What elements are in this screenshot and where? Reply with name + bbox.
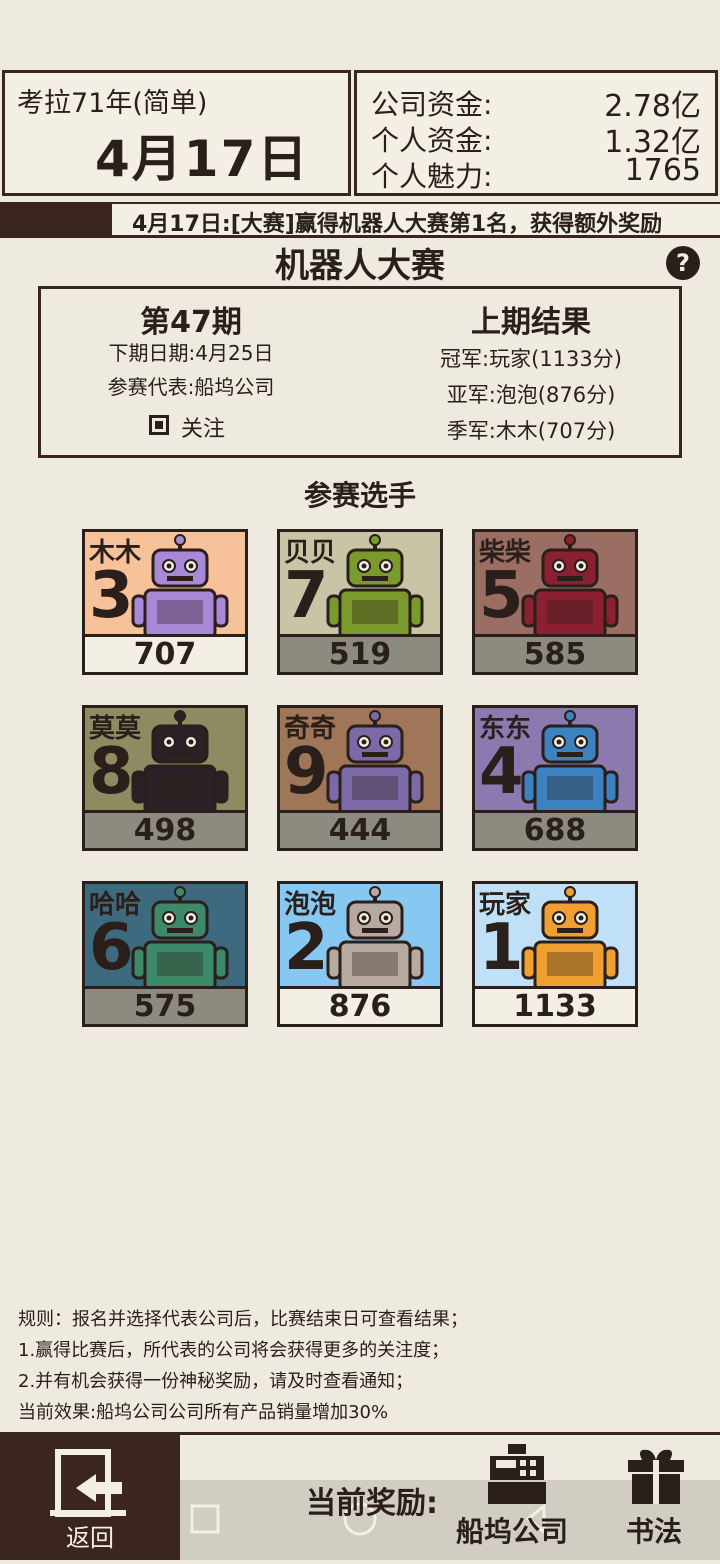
contestant-score: 688 [472,810,638,851]
contestant-portrait: 东东 4 [472,705,638,813]
robot-icon [521,534,619,634]
contestant-rank: 6 [89,911,134,985]
contestant-portrait: 贝贝 7 [277,529,443,637]
rules-text: 规则：报名并选择代表公司后，比赛结束日可查看结果； 1.赢得比赛后，所代表的公司… [18,1304,468,1428]
cash-register-icon [488,1444,546,1504]
robot-icon [131,886,229,986]
charisma-value: 1765 [624,153,701,188]
contestant-portrait: 泡泡 2 [277,881,443,989]
robot-icon [521,886,619,986]
robot-icon [131,710,229,810]
recents-icon [190,1504,220,1534]
last-result-title: 上期结果 [471,305,591,340]
follow-checkbox[interactable] [149,415,169,435]
third-place-result: 季军:木木(707分) [446,419,616,443]
reward-label: 当前奖励: [306,1486,438,1521]
contestant-score: 876 [277,986,443,1027]
year-label: 考拉71年(简单) [17,88,208,119]
runner-up-result: 亚军:泡泡(876分) [446,383,616,407]
robot-icon [521,710,619,810]
contestant-card[interactable]: 贝贝 7 519 [277,529,443,675]
rules-line: 规则：报名并选择代表公司后，比赛结束日可查看结果； [18,1309,468,1330]
current-date: 4月17日 [95,130,310,188]
contestant-rank: 7 [284,559,329,633]
contestant-score: 1133 [472,986,638,1027]
robot-icon [326,710,424,810]
robot-icon [326,534,424,634]
contestant-card[interactable]: 莫莫 8 498 [82,705,248,851]
contestant-score: 444 [277,810,443,851]
contestant-rank: 8 [89,735,134,809]
gift-box-icon [628,1449,684,1504]
contestant-rank: 1 [479,911,524,985]
contestant-portrait: 哈哈 6 [82,881,248,989]
contestant-card[interactable]: 哈哈 6 575 [82,881,248,1027]
contestant-card[interactable]: 奇奇 9 444 [277,705,443,851]
contestant-rank: 5 [479,559,524,633]
period-label: 第47期 [140,305,242,340]
contestants-heading: 参赛选手 [303,479,416,512]
contestant-portrait: 奇奇 9 [277,705,443,813]
next-date: 下期日期:4月25日 [108,341,274,365]
stats-panel: 公司资金: 2.78亿 个人资金: 1.32亿 个人魅力: 1765 [354,70,718,196]
help-icon[interactable]: ? [666,246,700,280]
contestant-portrait: 玩家 1 [472,881,638,989]
rules-line: 1.赢得比赛后，所代表的公司将会获得更多的关注度； [18,1340,450,1361]
contestant-portrait: 木木 3 [82,529,248,637]
contestant-card[interactable]: 玩家 1 1133 [472,881,638,1027]
robot-icon [326,886,424,986]
contestant-card[interactable]: 泡泡 2 876 [277,881,443,1027]
contestant-card[interactable]: 柴柴 5 585 [472,529,638,675]
contestant-portrait: 柴柴 5 [472,529,638,637]
contestant-score: 707 [82,634,248,675]
contestant-card[interactable]: 木木 3 707 [82,529,248,675]
robot-icon [131,534,229,634]
contestant-rank: 4 [479,735,524,809]
contestant-rank: 2 [284,911,329,985]
representative: 参赛代表:船坞公司 [107,375,275,399]
charisma-label: 个人魅力: [371,160,493,193]
reward-item-company: 船坞公司 [456,1515,569,1548]
page-title: 机器人大赛 [275,246,445,286]
reward-item-calligraphy: 书法 [626,1515,683,1548]
contestant-score: 585 [472,634,638,675]
rules-line: 当前效果:船坞公司公司所有产品销量增加30% [18,1402,389,1423]
contestant-rank: 3 [89,559,134,633]
company-funds-label: 公司资金: [371,88,493,121]
contestant-score: 575 [82,986,248,1027]
follow-label[interactable]: 关注 [181,411,225,443]
contestant-portrait: 莫莫 8 [82,705,248,813]
back-label[interactable]: 返回 [0,1518,180,1553]
ticker-text: 4月17日:[大赛]赢得机器人大赛第1名，获得额外奖励 [132,212,663,235]
contestant-score: 498 [82,810,248,851]
champion-result: 冠军:玩家(1133分) [440,347,622,371]
contestant-rank: 9 [284,735,329,809]
rules-line: 2.并有机会获得一份神秘奖励，请及时查看通知； [18,1371,414,1392]
contestant-score: 519 [277,634,443,675]
date-panel: 考拉71年(简单) 4月17日 [2,70,351,196]
personal-funds-label: 个人资金: [371,124,493,157]
contestant-card[interactable]: 东东 4 688 [472,705,638,851]
news-ticker[interactable]: 4月17日:[大赛]赢得机器人大赛第1名，获得额外奖励 [112,204,720,235]
contest-info-box: 第47期 下期日期:4月25日 参赛代表:船坞公司 关注 上期结果 冠军:玩家(… [38,286,682,458]
